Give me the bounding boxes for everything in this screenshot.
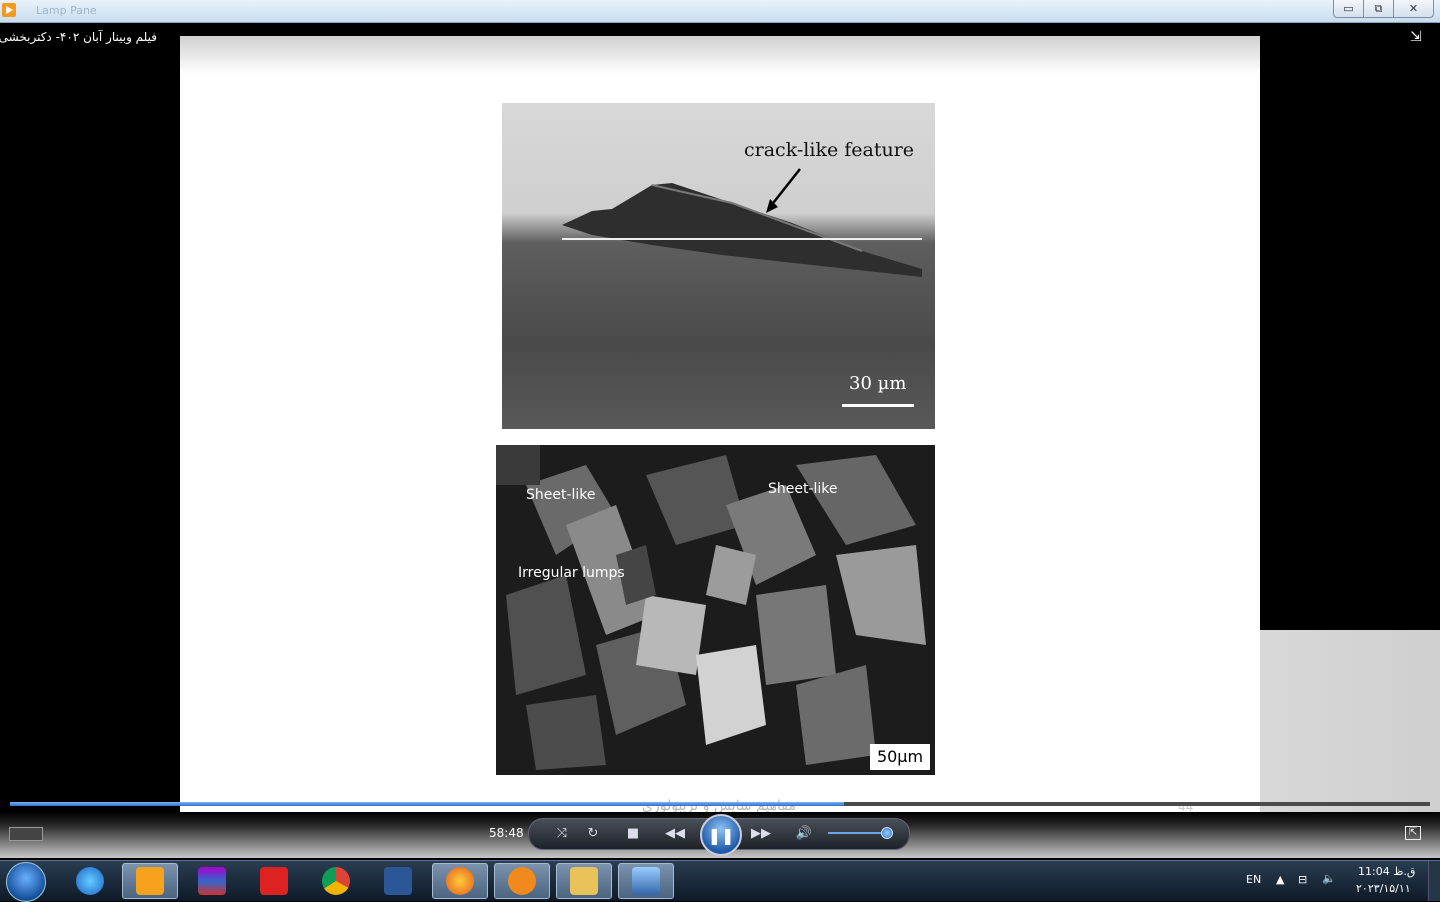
maximize-button[interactable]: ⧉: [1363, 0, 1394, 18]
shuffle-icon[interactable]: ⤨: [552, 820, 572, 846]
clock-date[interactable]: ۲۰۲۳/۱۵/۱۱: [1356, 882, 1411, 895]
start-button[interactable]: [6, 862, 46, 902]
language-indicator[interactable]: EN: [1246, 873, 1261, 886]
firefox-icon[interactable]: [432, 863, 488, 899]
ecard-icon[interactable]: [494, 863, 550, 899]
scale-label-50: 50µm: [870, 744, 930, 770]
window-titlebar: Lamp Pane ▭ ⧉ ✕: [0, 0, 1440, 23]
acrobat-icon[interactable]: [246, 863, 302, 899]
scale-bar: [842, 404, 914, 407]
clock-time[interactable]: ق.ظ 11:04: [1358, 865, 1415, 878]
volume-icon[interactable]: 🔊: [794, 820, 814, 846]
speaker-icon[interactable]: 🔈: [1322, 872, 1336, 885]
seek-bar[interactable]: [10, 802, 1430, 806]
minimize-button[interactable]: ▭: [1333, 0, 1364, 18]
switch-to-library-icon[interactable]: ⇱: [1405, 826, 1421, 840]
winrar-icon[interactable]: [184, 863, 240, 899]
scale-label-30: 30 µm: [849, 373, 907, 394]
library-button[interactable]: [9, 827, 43, 841]
taskbar: EN ▲ ⊟ 🔈 ق.ظ 11:04 ۲۰۲۳/۱۵/۱۱: [0, 860, 1440, 902]
slide-frame: crack-like feature 30 µm Sheet-like Shee…: [180, 36, 1260, 846]
sem-image-crack: crack-like feature 30 µm: [502, 103, 935, 429]
seek-progress: [10, 802, 844, 806]
show-desktop-button[interactable]: [1428, 861, 1440, 901]
sem-ridge-shape: [562, 183, 922, 277]
fullscreen-icon[interactable]: ⇲: [1410, 29, 1430, 47]
close-button[interactable]: ✕: [1393, 0, 1434, 18]
elapsed-time: 58:48: [489, 826, 524, 840]
pause-button[interactable]: ❚❚: [700, 814, 742, 856]
word-icon[interactable]: [370, 863, 426, 899]
annotation-crack: crack-like feature: [744, 139, 915, 161]
window-title: Lamp Pane: [36, 4, 97, 17]
internet-explorer-icon[interactable]: [62, 863, 118, 899]
paint-icon[interactable]: [618, 863, 674, 899]
repeat-icon[interactable]: ↻: [583, 820, 603, 846]
stop-icon[interactable]: ■: [623, 820, 643, 846]
network-icon[interactable]: ⊟: [1298, 873, 1307, 886]
label-sheet-like-left: Sheet-like: [526, 487, 596, 503]
player-controls: 58:48 ⤨ ↻ ■ ◀◀ ❚❚ ▶▶ 🔊 ⇱: [0, 812, 1440, 858]
fast-forward-icon[interactable]: ▶▶: [746, 820, 776, 846]
arrow-icon: [766, 168, 801, 213]
video-title: فیلم وبینار آبان ۴۰۲- دکتربخشی: [0, 30, 157, 44]
label-irregular-lumps: Irregular lumps: [518, 565, 625, 581]
file-explorer-icon[interactable]: [556, 863, 612, 899]
sem-image-particles: Sheet-like Sheet-like Irregular lumps 50…: [496, 445, 935, 775]
media-player-icon[interactable]: [2, 3, 16, 17]
volume-knob[interactable]: [880, 827, 893, 839]
chrome-icon[interactable]: [308, 863, 364, 899]
rewind-icon[interactable]: ◀◀: [660, 820, 690, 846]
tray-expand-icon[interactable]: ▲: [1276, 873, 1284, 886]
label-sheet-like-right: Sheet-like: [768, 481, 838, 497]
media-player-taskbar-icon[interactable]: [122, 863, 178, 899]
